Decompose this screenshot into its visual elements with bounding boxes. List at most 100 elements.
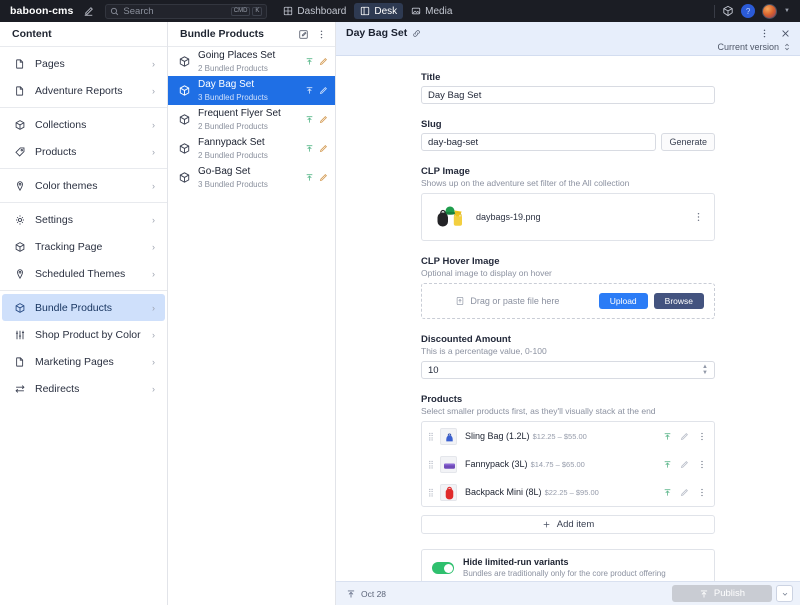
sidebar-item-redirects[interactable]: Redirects › [2, 375, 165, 402]
tab-desk[interactable]: Desk [354, 3, 404, 19]
hide-variants-switch[interactable] [432, 562, 454, 574]
sidebar-nav-list: Pages › Adventure Reports › Collections … [0, 47, 167, 402]
discounted-amount-input[interactable]: 10 ▲ ▼ [421, 361, 715, 379]
slug-input[interactable]: day-bag-set [421, 133, 657, 151]
compose-icon[interactable] [298, 29, 309, 40]
sidebar-item-tracking-page[interactable]: Tracking Page › [2, 233, 165, 260]
compose-icon[interactable] [79, 3, 97, 19]
desk-icon [360, 6, 370, 16]
add-item-button[interactable]: Add item [421, 515, 715, 534]
close-icon[interactable] [780, 28, 791, 39]
help-circle-icon[interactable]: ? [741, 4, 756, 18]
chevron-right-icon: › [152, 383, 155, 394]
publish-icon[interactable] [305, 57, 314, 66]
product-row[interactable]: ⣿ Sling Bag (1.2L) $12.25 – $55.00 [422, 422, 714, 450]
list-item-title: Frequent Flyer Set [198, 108, 281, 119]
publish-icon[interactable] [305, 144, 314, 153]
product-row[interactable]: ⣿ Backpack Mini (8L) $22.25 – $95.00 [422, 478, 714, 506]
title-input[interactable]: Day Bag Set [421, 86, 715, 104]
product-row[interactable]: ⣿ Fannypack (3L) $14.75 – $65.00 [422, 450, 714, 478]
generate-slug-button[interactable]: Generate [661, 133, 715, 151]
more-vertical-icon[interactable] [697, 487, 707, 498]
sidebar-item-shop-product-by-color[interactable]: Shop Product by Color › [2, 321, 165, 348]
sidebar-item-collections[interactable]: Collections › [2, 111, 165, 138]
sidebar-item-pages[interactable]: Pages › [2, 50, 165, 77]
field-title-label: Title [421, 72, 441, 83]
link-icon[interactable] [412, 29, 421, 38]
publish-icon[interactable] [663, 432, 672, 441]
divider [714, 4, 716, 18]
hide-variants-toggle-row[interactable]: Hide limited-run variants Bundles are tr… [421, 549, 715, 581]
drag-handle-icon[interactable]: ⣿ [428, 488, 434, 496]
field-slug: Slug day-bag-set Generate [421, 119, 715, 151]
upload-button[interactable]: Upload [598, 293, 648, 309]
chevron-down-icon[interactable]: ▼ [784, 8, 790, 14]
sidebar-item-products[interactable]: Products › [2, 138, 165, 165]
publish-options-button[interactable] [776, 585, 793, 602]
edit-pencil-icon[interactable] [319, 173, 328, 182]
edit-pencil-icon[interactable] [680, 432, 689, 441]
sidebar-item-color-themes[interactable]: Color themes › [2, 172, 165, 199]
package-icon[interactable] [722, 5, 734, 17]
products-list: ⣿ Sling Bag (1.2L) $12.25 – $55.00 ⣿ Fan… [421, 421, 715, 507]
list-item-text: Frequent Flyer Set 2 Bundled Products [198, 107, 298, 132]
list-item[interactable]: Fannypack Set 2 Bundled Products [168, 134, 335, 163]
field-clp-image-description: Shows up on the adventure set filter of … [421, 178, 630, 188]
tab-media[interactable]: Media [405, 3, 458, 19]
sidebar-item-bundle-products[interactable]: Bundle Products › [2, 294, 165, 321]
sidebar-item-settings[interactable]: Settings › [2, 206, 165, 233]
clp-hover-dropzone[interactable]: Drag or paste file here Upload Browse [421, 283, 715, 319]
more-vertical-icon[interactable] [759, 28, 770, 39]
drag-handle-icon[interactable]: ⣿ [428, 460, 434, 468]
sidebar-item-marketing-pages[interactable]: Marketing Pages › [2, 348, 165, 375]
edit-pencil-icon[interactable] [680, 488, 689, 497]
product-title: Backpack Mini (8L) [465, 487, 542, 497]
clp-image-file[interactable]: daybags-19.png [421, 193, 715, 241]
slug-row: day-bag-set Generate [421, 133, 715, 151]
chevron-right-icon: › [152, 146, 155, 157]
tab-dashboard[interactable]: Dashboard [277, 3, 352, 19]
list-item[interactable]: Day Bag Set 3 Bundled Products [168, 76, 335, 105]
publish-icon[interactable] [305, 86, 314, 95]
browse-button[interactable]: Browse [653, 293, 704, 309]
chevron-right-icon: › [152, 329, 155, 340]
list-item[interactable]: Frequent Flyer Set 2 Bundled Products [168, 105, 335, 134]
product-thumbnail [440, 483, 457, 501]
edit-pencil-icon[interactable] [319, 57, 328, 66]
drag-handle-icon[interactable]: ⣿ [428, 432, 434, 440]
search-input[interactable]: Search CMD K [105, 3, 268, 19]
publish-icon[interactable] [305, 115, 314, 124]
more-vertical-icon[interactable] [697, 431, 707, 442]
more-vertical-icon[interactable] [693, 211, 704, 223]
edit-pencil-icon[interactable] [319, 115, 328, 124]
more-vertical-icon[interactable] [316, 29, 327, 40]
sidebar-item-adventure-reports[interactable]: Adventure Reports › [2, 77, 165, 104]
version-selector[interactable]: Current version [346, 42, 791, 52]
more-vertical-icon[interactable] [697, 459, 707, 470]
list-item[interactable]: Go-Bag Set 3 Bundled Products [168, 163, 335, 192]
box-icon [177, 171, 191, 185]
kbd-cmd: CMD [230, 6, 251, 16]
sidebar-item-scheduled-themes[interactable]: Scheduled Themes › [2, 260, 165, 287]
publish-icon [346, 589, 356, 599]
tab-media-label: Media [425, 5, 453, 17]
pages-icon [13, 84, 26, 97]
field-clp-hover-label: CLP Hover Image [421, 256, 500, 267]
document-header-top: Day Bag Set [346, 27, 791, 39]
edit-pencil-icon[interactable] [680, 460, 689, 469]
publish-icon[interactable] [663, 460, 672, 469]
user-avatar[interactable] [762, 3, 778, 19]
add-item-label: Add item [556, 519, 595, 530]
sidebar-item-label: Bundle Products [35, 301, 113, 314]
tag-icon [13, 145, 26, 158]
edit-pencil-icon[interactable] [319, 144, 328, 153]
footer-date: Oct 28 [361, 588, 387, 599]
product-price: $12.25 – $55.00 [532, 432, 587, 441]
publish-icon[interactable] [663, 488, 672, 497]
number-stepper[interactable]: ▲ ▼ [702, 362, 708, 378]
publish-button[interactable]: Publish [672, 585, 772, 602]
edit-pencil-icon[interactable] [319, 86, 328, 95]
stepper-down-icon[interactable]: ▼ [702, 370, 708, 376]
list-item[interactable]: Going Places Set 2 Bundled Products [168, 47, 335, 76]
publish-icon[interactable] [305, 173, 314, 182]
